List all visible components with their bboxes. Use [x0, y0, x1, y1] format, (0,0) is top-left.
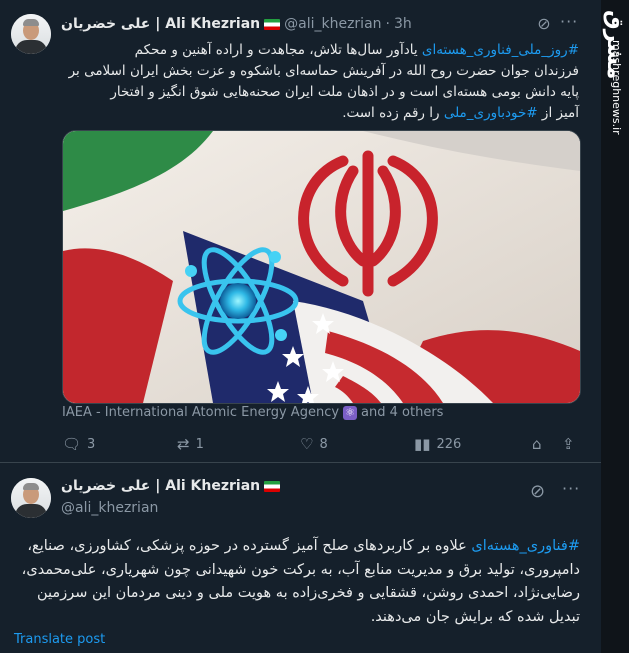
- heart-icon: ♡: [300, 435, 314, 453]
- hashtag-link[interactable]: #روز_ملی_فناوری_هسته‌ای: [422, 42, 579, 58]
- bookmark-button[interactable]: ⌂: [532, 435, 542, 453]
- site-url: mashreghnews.ir: [610, 40, 623, 135]
- views-chart-icon: ▮▮: [414, 435, 431, 453]
- post-text: #فناوری_هسته‌ای علاوه بر کاربردهای صلح آ…: [21, 538, 580, 625]
- repost-icon: ⇄: [177, 435, 190, 453]
- post-image[interactable]: [62, 130, 581, 404]
- source-watermark-strip: مشرق mashreghnews.ir: [601, 0, 629, 653]
- translate-post-link[interactable]: Translate post: [14, 632, 105, 647]
- more-options-icon[interactable]: ···: [560, 12, 578, 31]
- bookmark-icon: ⌂: [532, 435, 542, 453]
- avatar[interactable]: [11, 478, 51, 518]
- grok-icon[interactable]: ⊘: [535, 14, 553, 33]
- repost-count: 1: [195, 436, 204, 452]
- flags-atom-image: [63, 131, 580, 403]
- share-button[interactable]: ⇪: [562, 435, 575, 453]
- reply-count: 3: [87, 436, 96, 452]
- timestamp[interactable]: 3h: [394, 16, 412, 32]
- grok-icon[interactable]: ⊘: [530, 481, 545, 502]
- media-tags[interactable]: IAEA - International Atomic Energy Agenc…: [62, 405, 443, 420]
- iran-flag-icon: [264, 480, 281, 492]
- hashtag-link[interactable]: #خودباوری_ملی: [444, 105, 538, 121]
- text-line-3: پایه دانش بومی هسته‌ای است و در اذهان مل…: [110, 84, 579, 100]
- reply-icon: 🗨: [62, 435, 82, 453]
- text-line-2: فرزندان جوان حضرت روح الله در آفرینش حما…: [68, 63, 579, 79]
- iran-flag-icon: [264, 18, 281, 30]
- like-button[interactable]: ♡ 8: [300, 435, 328, 453]
- share-icon: ⇪: [562, 435, 575, 453]
- avatar[interactable]: [11, 14, 51, 54]
- hashtag-link[interactable]: #فناوری_هسته‌ای: [471, 538, 580, 554]
- post-header: علی خضریان | Ali Khezrian: [61, 478, 281, 494]
- more-options-icon[interactable]: ···: [562, 479, 580, 498]
- separator: ·: [385, 16, 390, 32]
- views-button[interactable]: ▮▮ 226: [414, 435, 461, 453]
- action-bar: 🗨 3 ⇄ 1 ♡ 8 ▮▮ 226 ⌂ ⇪: [62, 434, 580, 454]
- text-line-1: #روز_ملی_فناوری_هسته‌ای یادآور سال‌ها تل…: [134, 42, 579, 58]
- handle[interactable]: @ali_khezrian: [61, 500, 158, 516]
- view-count: 226: [436, 436, 462, 452]
- like-count: 8: [319, 436, 328, 452]
- post-text: #روز_ملی_فناوری_هسته‌ای یادآور سال‌ها تل…: [61, 40, 579, 124]
- text-line-4: آمیز از #خودباوری_ملی را رقم زده است.: [342, 105, 579, 121]
- handle[interactable]: @ali_khezrian: [284, 16, 381, 32]
- post-1: علی خضریان | Ali Khezrian @ali_khezrian …: [0, 0, 601, 463]
- reply-button[interactable]: 🗨 3: [62, 435, 95, 453]
- atom-icon: ⚛: [343, 405, 358, 420]
- display-name[interactable]: علی خضریان | Ali Khezrian: [61, 16, 260, 32]
- post-header: علی خضریان | Ali Khezrian @ali_khezrian …: [61, 14, 412, 34]
- tagged-account[interactable]: IAEA - International Atomic Energy Agenc…: [62, 405, 339, 420]
- tagged-others[interactable]: and 4 others: [361, 405, 443, 420]
- display-name[interactable]: علی خضریان | Ali Khezrian: [61, 478, 260, 494]
- repost-button[interactable]: ⇄ 1: [177, 435, 204, 453]
